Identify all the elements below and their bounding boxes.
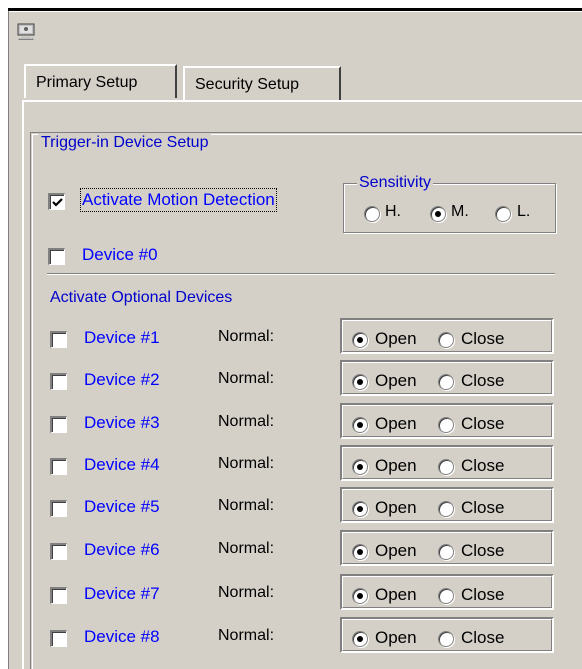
device-5-label: Device #5 [84,497,160,516]
sensitivity-title: Sensitivity [357,174,434,192]
motion-detection-checkbox[interactable] [48,193,65,210]
device-4-close-radio[interactable] [438,459,454,475]
device-7-open-radio[interactable] [352,588,368,604]
device-5-open-radio[interactable] [352,501,368,517]
device-8-checkbox[interactable] [50,630,67,647]
motion-detection-label[interactable]: Activate Motion Detection [80,188,277,212]
close-label: Close [461,498,505,517]
close-label: Close [461,585,505,604]
device-3-label: Device #3 [84,413,160,432]
tab-label: Security Setup [195,76,300,93]
sensitivity-high-radio[interactable] [364,206,380,222]
device-6-close-radio[interactable] [438,544,454,560]
title-bar [0,0,582,12]
open-label: Open [375,371,417,390]
device-0-label: Device #0 [82,245,158,264]
device-3-checkbox[interactable] [50,416,67,433]
device-2-checkbox[interactable] [50,373,67,390]
normal-label: Normal: [218,627,275,644]
device-2-label: Device #2 [84,370,160,389]
normal-label: Normal: [218,497,275,514]
group-title: Trigger-in Device Setup [38,134,212,152]
open-label: Open [375,414,417,433]
device-6-label: Device #6 [84,540,160,559]
open-label: Open [375,628,417,647]
normal-label: Normal: [218,328,275,345]
normal-label: Normal: [218,455,275,472]
app-icon[interactable] [16,22,38,42]
tab-primary-setup[interactable]: Primary Setup [24,64,177,98]
open-label: Open [375,541,417,560]
close-label: Close [461,628,505,647]
device-8-close-radio[interactable] [438,631,454,647]
close-label: Close [461,456,505,475]
normal-label: Normal: [218,584,275,601]
sensitivity-low-radio[interactable] [495,206,511,222]
sensitivity-medium-radio[interactable] [430,206,446,222]
device-7-checkbox[interactable] [50,587,67,604]
device-0-checkbox[interactable] [48,248,65,265]
device-7-label: Device #7 [84,584,160,603]
open-label: Open [375,456,417,475]
device-6-open-radio[interactable] [352,544,368,560]
normal-label: Normal: [218,413,275,430]
device-5-checkbox[interactable] [50,500,67,517]
close-label: Close [461,414,505,433]
tab-label: Primary Setup [36,74,138,91]
device-1-close-radio[interactable] [438,332,454,348]
settings-window: Primary Setup Security Setup Trigger-in … [0,0,582,669]
device-6-checkbox[interactable] [50,543,67,560]
sensitivity-low-label: L. [517,203,531,220]
close-label: Close [461,371,505,390]
separator [47,273,555,274]
normal-label: Normal: [218,370,275,387]
device-1-checkbox[interactable] [50,331,67,348]
device-1-label: Device #1 [84,328,160,347]
tab-security-setup[interactable]: Security Setup [183,66,341,100]
device-8-label: Device #8 [84,627,160,646]
device-5-close-radio[interactable] [438,501,454,517]
optional-devices-title: Activate Optional Devices [50,289,233,306]
open-label: Open [375,585,417,604]
sensitivity-medium-label: M. [451,203,469,220]
open-label: Open [375,498,417,517]
device-1-open-radio[interactable] [352,332,368,348]
device-4-checkbox[interactable] [50,458,67,475]
device-3-close-radio[interactable] [438,417,454,433]
device-8-open-radio[interactable] [352,631,368,647]
device-7-close-radio[interactable] [438,588,454,604]
device-4-open-radio[interactable] [352,459,368,475]
sensitivity-high-label: H. [385,203,401,220]
device-2-close-radio[interactable] [438,374,454,390]
checkmark-icon [52,198,63,207]
device-4-label: Device #4 [84,455,160,474]
device-3-open-radio[interactable] [352,417,368,433]
close-label: Close [461,541,505,560]
normal-label: Normal: [218,540,275,557]
device-2-open-radio[interactable] [352,374,368,390]
close-label: Close [461,329,505,348]
open-label: Open [375,329,417,348]
